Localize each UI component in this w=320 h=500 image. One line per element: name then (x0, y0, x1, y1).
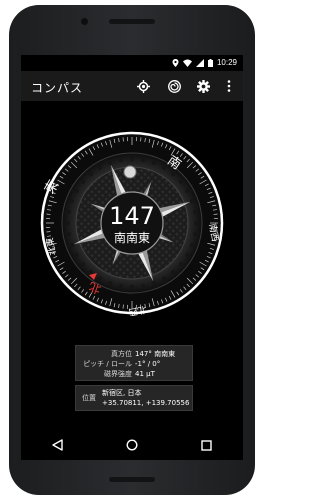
recents-icon[interactable] (200, 439, 212, 451)
status-time: 10:29 (216, 58, 237, 67)
home-icon[interactable] (126, 439, 138, 451)
compass-dial[interactable]: 南 南西 北西 北東 東 北 147 南南東 (39, 130, 225, 316)
app-bar: コンパス (21, 71, 243, 101)
gear-icon (196, 79, 210, 93)
bottom-speaker (109, 477, 155, 482)
field-strength-label: 磁界強度 (104, 370, 132, 378)
heading-value: 147 (109, 202, 155, 230)
location-place: 新宿区, 日本 (102, 389, 142, 397)
location-info-panel[interactable]: 位置 新宿区, 日本 +35.70811, +139.70556 (75, 385, 193, 411)
location-coords: +35.70811, +139.70556 (102, 399, 190, 407)
swirl-icon (167, 79, 181, 93)
heading-info-value: 147° 南南東 (135, 350, 176, 358)
field-strength-value: 41 μT (135, 370, 155, 378)
settings-button[interactable] (195, 78, 211, 94)
more-vert-icon (227, 80, 231, 92)
overflow-menu-button[interactable] (221, 78, 237, 94)
back-icon[interactable] (52, 439, 64, 451)
heading-direction: 南南東 (114, 230, 150, 245)
location-icon (172, 58, 179, 67)
calibrate-button[interactable] (135, 78, 151, 94)
theme-button[interactable] (166, 78, 182, 94)
heading-label: 真方位 (111, 350, 132, 358)
pitch-roll-label: ピッチ / ロール (83, 360, 132, 368)
app-title: コンパス (31, 81, 84, 95)
location-label: 位置 (82, 394, 96, 402)
signal-icon (195, 58, 204, 67)
earpiece-speaker (109, 19, 155, 24)
sensor-info-panel: 真方位 147° 南南東 ピッチ / ロール -1° / 0° 磁界強度 41 … (75, 345, 193, 381)
navigation-bar (21, 430, 243, 460)
battery-icon (207, 58, 213, 67)
sensor-icon (136, 79, 150, 93)
front-camera (81, 18, 88, 25)
pitch-roll-value: -1° / 0° (135, 360, 161, 368)
level-bubble (123, 165, 137, 179)
status-bar: 10:29 (21, 55, 243, 71)
wifi-icon (182, 59, 192, 67)
